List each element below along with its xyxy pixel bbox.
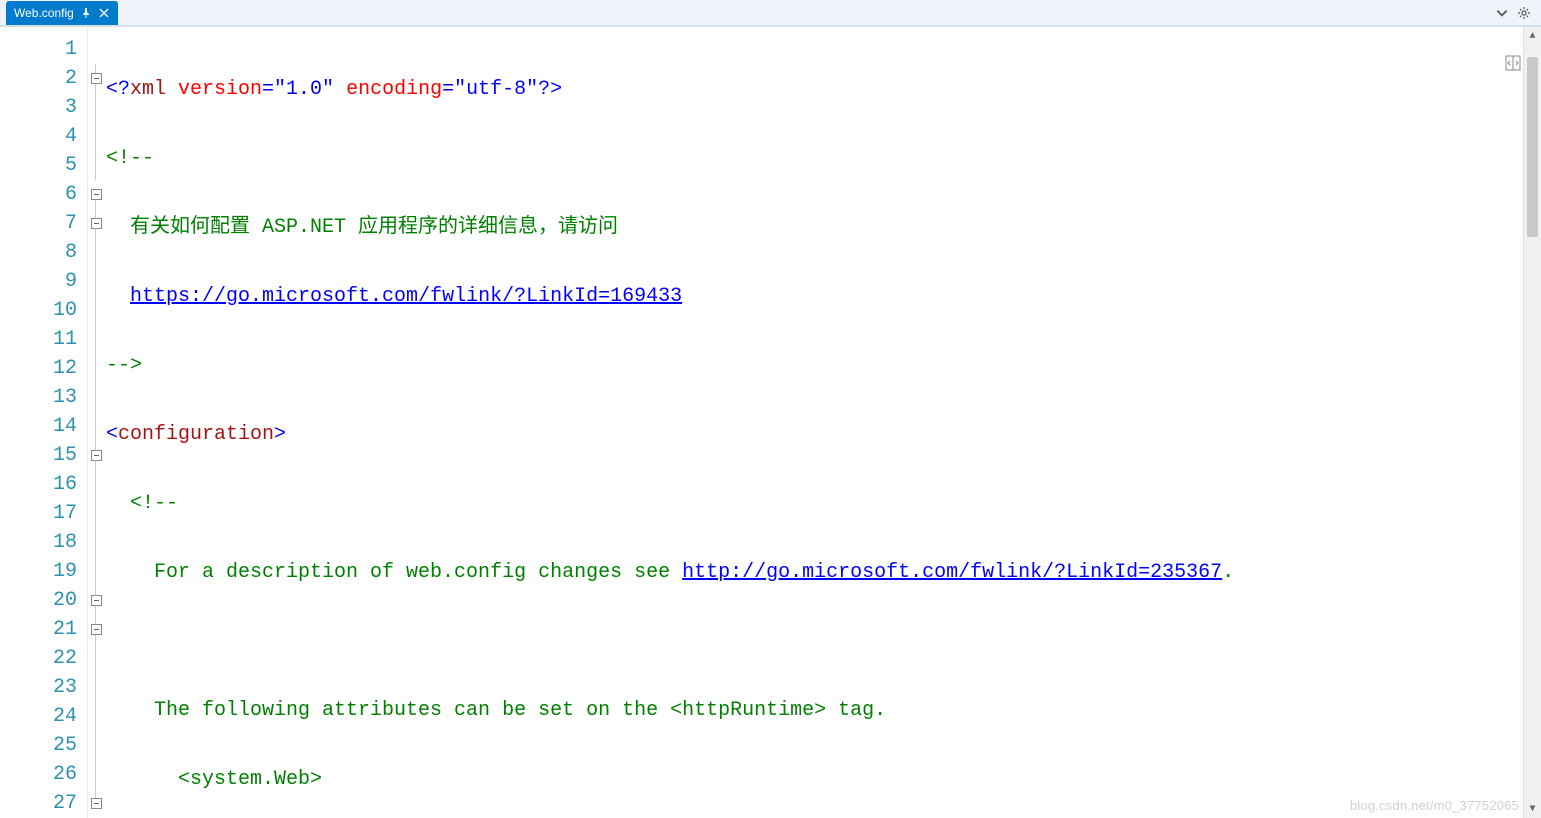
fold-toggle-icon[interactable]: [91, 450, 102, 461]
line-number: 19: [0, 557, 87, 586]
scroll-up-icon[interactable]: ▲: [1524, 27, 1541, 45]
fold-toggle-icon[interactable]: [91, 218, 102, 229]
fold-toggle-icon[interactable]: [91, 624, 102, 635]
line-number: 6: [0, 180, 87, 209]
line-number: 24: [0, 702, 87, 731]
tab-title: Web.config: [14, 7, 74, 19]
close-icon[interactable]: [98, 7, 110, 19]
code-editor[interactable]: 1 2 3 4 5 6 7 8 9 10 11 12 13 14 15 16 1…: [0, 26, 1541, 818]
code-line[interactable]: For a description of web.config changes …: [104, 558, 1523, 587]
line-number: 23: [0, 673, 87, 702]
watermark: blog.csdn.net/m0_37752065: [1350, 799, 1519, 812]
fold-toggle-icon[interactable]: [91, 189, 102, 200]
fold-toggle-icon[interactable]: [91, 798, 102, 809]
line-number: 3: [0, 93, 87, 122]
line-number: 4: [0, 122, 87, 151]
tab-bar: Web.config: [0, 0, 1541, 26]
line-number: 7: [0, 209, 87, 238]
link[interactable]: http://go.microsoft.com/fwlink/?LinkId=2…: [682, 561, 1222, 584]
line-number: 26: [0, 760, 87, 789]
dropdown-icon[interactable]: [1495, 6, 1509, 20]
scroll-thumb[interactable]: [1527, 57, 1538, 237]
code-area[interactable]: <?xml version="1.0" encoding="utf-8"?> <…: [104, 27, 1523, 818]
code-line[interactable]: The following attributes can be set on t…: [104, 696, 1523, 725]
line-number: 9: [0, 267, 87, 296]
line-number: 16: [0, 470, 87, 499]
fold-gutter: [88, 27, 104, 818]
line-number: 8: [0, 238, 87, 267]
line-number: 18: [0, 528, 87, 557]
line-number: 10: [0, 296, 87, 325]
tab-web-config[interactable]: Web.config: [6, 1, 118, 25]
code-line[interactable]: <configuration>: [104, 420, 1523, 449]
line-number-gutter: 1 2 3 4 5 6 7 8 9 10 11 12 13 14 15 16 1…: [0, 27, 88, 818]
line-number: 17: [0, 499, 87, 528]
gear-icon[interactable]: [1517, 6, 1531, 20]
editor-window: Web.config 1 2 3 4 5 6: [0, 0, 1541, 818]
code-line[interactable]: <!--: [104, 489, 1523, 518]
line-number: 11: [0, 325, 87, 354]
scroll-down-icon[interactable]: ▼: [1524, 800, 1541, 818]
line-number: 20: [0, 586, 87, 615]
code-line[interactable]: <system.Web>: [104, 765, 1523, 794]
link[interactable]: https://go.microsoft.com/fwlink/?LinkId=…: [130, 285, 682, 308]
line-number: 22: [0, 644, 87, 673]
vertical-scrollbar[interactable]: ▲ ▼: [1523, 27, 1541, 818]
code-line[interactable]: 有关如何配置 ASP.NET 应用程序的详细信息，请访问: [104, 213, 1523, 242]
split-editor-icon[interactable]: [1505, 55, 1521, 71]
line-number: 1: [0, 35, 87, 64]
line-number: 14: [0, 412, 87, 441]
line-number: 2: [0, 64, 87, 93]
line-number: 13: [0, 383, 87, 412]
line-number: 15: [0, 441, 87, 470]
line-number: 27: [0, 789, 87, 818]
code-line[interactable]: -->: [104, 351, 1523, 380]
pin-icon[interactable]: [80, 7, 92, 19]
line-number: 21: [0, 615, 87, 644]
code-line[interactable]: <?xml version="1.0" encoding="utf-8"?>: [104, 75, 1523, 104]
code-line[interactable]: <!--: [104, 144, 1523, 173]
line-number: 12: [0, 354, 87, 383]
fold-guide: [95, 189, 96, 809]
fold-toggle-icon[interactable]: [91, 595, 102, 606]
tabbar-controls: [1495, 6, 1541, 20]
code-line[interactable]: https://go.microsoft.com/fwlink/?LinkId=…: [104, 282, 1523, 311]
fold-toggle-icon[interactable]: [91, 73, 102, 84]
line-number: 5: [0, 151, 87, 180]
code-line[interactable]: [104, 627, 1523, 656]
line-number: 25: [0, 731, 87, 760]
